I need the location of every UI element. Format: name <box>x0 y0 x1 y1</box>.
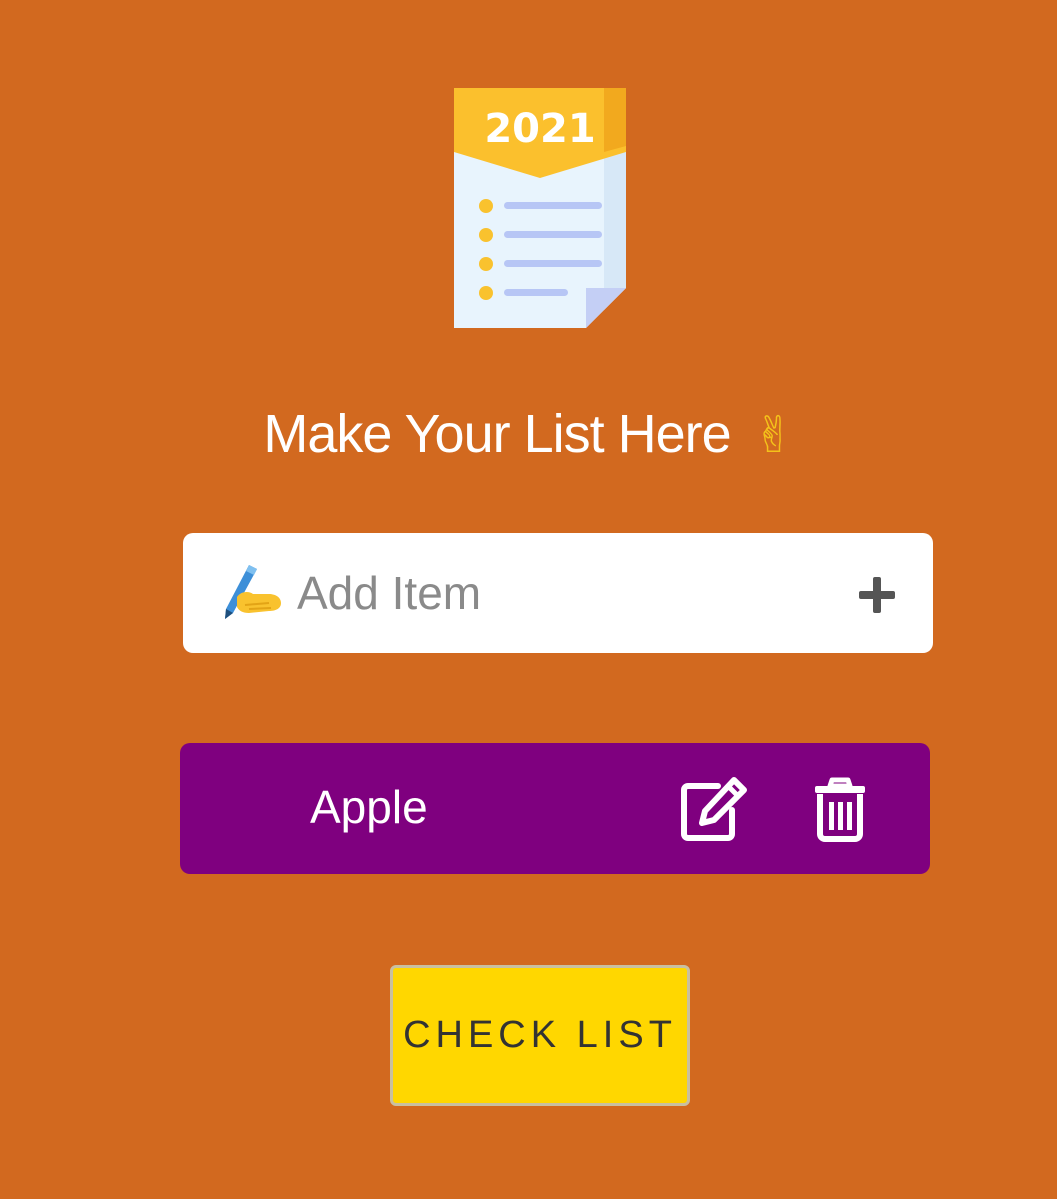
add-item-input[interactable] <box>297 557 817 629</box>
checklist-document-icon: 2021 <box>452 86 628 332</box>
list-item: Apple <box>180 743 930 874</box>
edit-item-button[interactable] <box>678 776 748 842</box>
add-item-bar <box>183 533 933 653</box>
page-title: Make Your List Here ✌ <box>0 398 1057 471</box>
victory-hand-icon: ✌ <box>752 406 795 464</box>
check-list-button[interactable]: CHECK LIST <box>390 965 690 1106</box>
delete-item-button[interactable] <box>812 776 868 842</box>
edit-icon <box>681 777 747 841</box>
logo-year: 2021 <box>484 106 595 152</box>
trash-icon <box>815 777 865 842</box>
add-item-button[interactable] <box>853 571 901 619</box>
plus-icon <box>859 577 895 613</box>
writing-hand-icon <box>219 561 285 625</box>
list-item-label: Apple <box>310 781 428 833</box>
page-title-text: Make Your List Here <box>263 404 731 464</box>
